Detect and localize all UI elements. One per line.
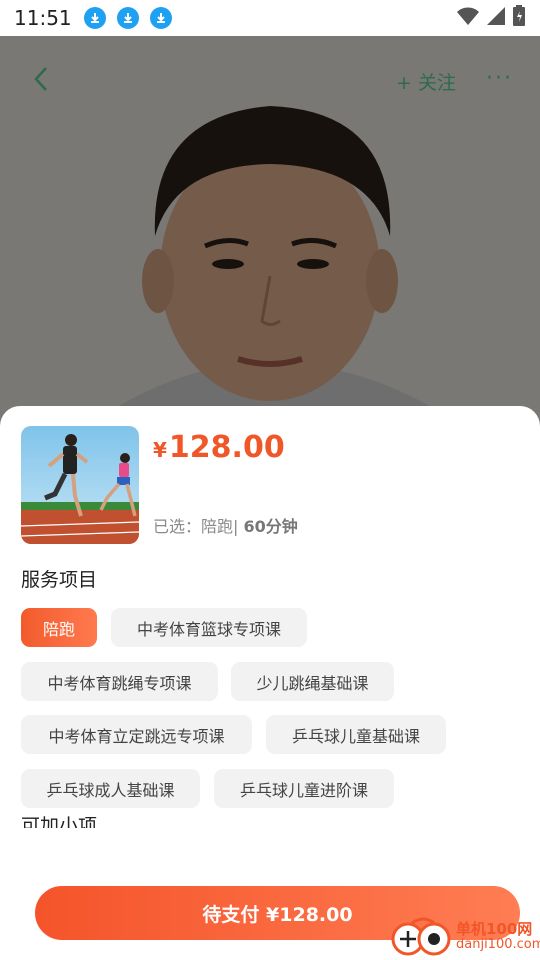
download-icon — [83, 7, 106, 29]
price-value: 128.00 — [168, 430, 285, 465]
service-chip[interactable]: 乒乓球儿童进阶课 — [214, 769, 394, 808]
price-currency: ¥ — [153, 438, 167, 462]
watermark: 单机100网 danji100.com — [390, 914, 540, 960]
service-chip[interactable]: 中考体育立定跳远专项课 — [21, 715, 252, 754]
status-time: 11:51 — [14, 6, 72, 30]
selected-prefix: 已选：陪跑| — [153, 517, 239, 536]
signal-icon — [486, 6, 506, 30]
service-chip[interactable]: 中考体育跳绳专项课 — [21, 662, 218, 701]
profile-photo: + 关注 ··· — [0, 36, 540, 446]
watermark-logo-icon — [390, 917, 452, 957]
service-chip[interactable]: 陪跑 — [21, 608, 97, 647]
services-title: 服务项目 — [21, 569, 98, 591]
service-chip[interactable]: 乒乓球成人基础课 — [21, 769, 200, 808]
purchase-sheet: ¥ 128.00 已选：陪跑| 60分钟 服务项目 陪跑 中考体育篮球专项课 中… — [0, 406, 540, 960]
wifi-icon — [456, 6, 480, 30]
price: ¥ 128.00 — [153, 430, 285, 465]
selected-summary: 已选：陪跑| 60分钟 — [153, 513, 298, 537]
service-chip[interactable]: 乒乓球儿童基础课 — [266, 715, 446, 754]
follow-button[interactable]: + 关注 — [396, 68, 456, 95]
photo-overlay — [0, 36, 540, 446]
download-icon — [116, 7, 139, 29]
watermark-cn: 单机100网 — [456, 920, 533, 939]
watermark-en: danji100.com — [456, 937, 540, 953]
back-icon[interactable] — [26, 64, 56, 94]
service-chip[interactable]: 少儿跳绳基础课 — [231, 662, 394, 701]
selected-duration: 60分钟 — [243, 517, 298, 536]
download-icon — [149, 7, 172, 29]
status-bar: 11:51 — [0, 0, 540, 36]
addons-title: 可加小项 — [21, 815, 98, 828]
service-chip[interactable]: 中考体育篮球专项课 — [111, 608, 307, 647]
product-thumbnail — [21, 426, 139, 544]
battery-icon — [512, 5, 526, 31]
more-icon[interactable]: ··· — [486, 66, 513, 91]
